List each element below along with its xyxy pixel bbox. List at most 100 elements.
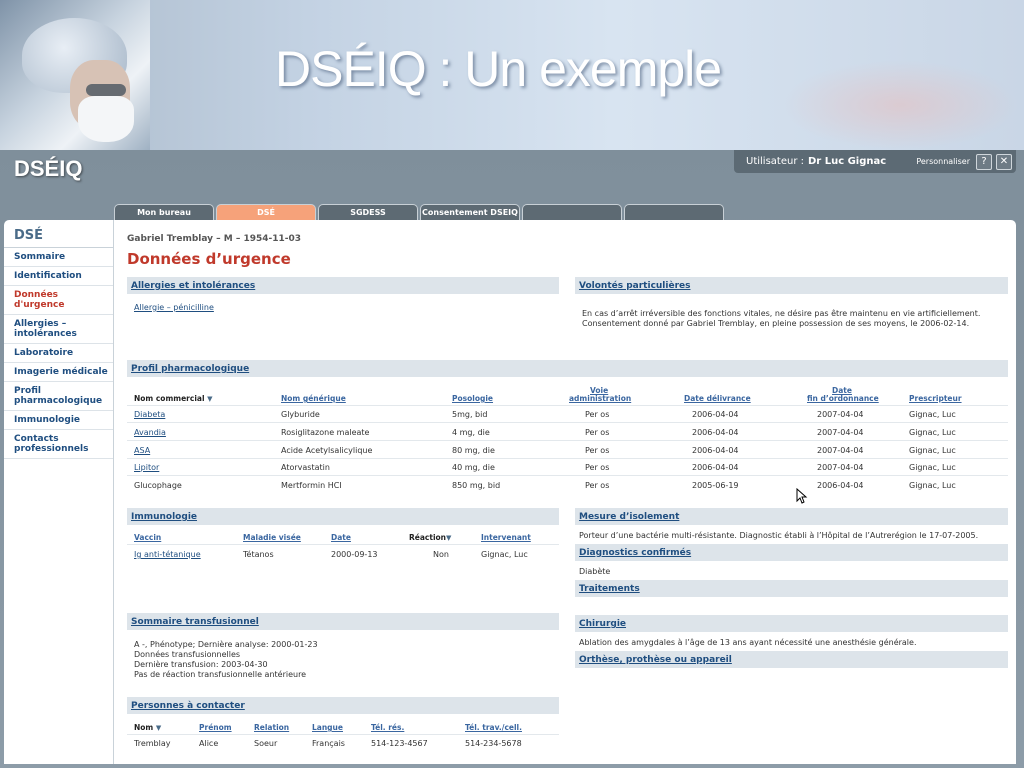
surgeon-photo (0, 0, 150, 150)
col-intervenant[interactable]: Intervenant (481, 533, 531, 542)
row-divider (127, 544, 559, 545)
col-contact-tel-trav[interactable]: Tél. trav./cell. (465, 723, 522, 732)
chirurgie-text: Ablation des amygdales à l’âge de 13 ans… (579, 638, 917, 647)
transfusion-line: Pas de réaction transfusionnelle antérie… (134, 670, 307, 679)
drug-delivery-date: 2006-04-04 (692, 410, 739, 419)
sidebar-item-imagerie[interactable]: Imagerie médicale (4, 363, 113, 382)
drug-prescriber: Gignac, Luc (909, 410, 956, 419)
section-volontes-header[interactable]: Volontés particulières (575, 277, 1008, 294)
section-contacts-header[interactable]: Personnes à contacter (127, 697, 559, 714)
drug-generic: Glyburide (281, 410, 320, 419)
tab-empty-2[interactable] (624, 204, 724, 220)
app-window: DSÉIQ Utilisateur : Dr Luc Gignac Person… (0, 150, 1024, 768)
section-transfusion-header[interactable]: Sommaire transfusionnel (127, 613, 559, 630)
banner-glow (780, 60, 1020, 150)
drug-prescriber: Gignac, Luc (909, 463, 956, 472)
contact-relation: Soeur (254, 739, 278, 748)
drug-end-date: 2007-04-04 (817, 463, 864, 472)
drug-name-link[interactable]: Diabeta (134, 410, 165, 419)
section-chirurgie-header[interactable]: Chirurgie (575, 615, 1008, 632)
drug-end-date: 2007-04-04 (817, 428, 864, 437)
contact-prenom: Alice (199, 739, 219, 748)
tab-dse[interactable]: DSÉ (216, 204, 316, 220)
tab-empty-1[interactable] (522, 204, 622, 220)
col-contact-nom-label: Nom (134, 723, 154, 732)
col-contact-relation[interactable]: Relation (254, 723, 289, 732)
allergy-item[interactable]: Allergie – pénicilline (134, 303, 214, 312)
col-reaction[interactable]: Réaction▼ (409, 533, 451, 543)
row-divider (127, 734, 559, 735)
drug-name-link[interactable]: Lipitor (134, 463, 159, 472)
surgical-mask (78, 96, 134, 142)
drug-prescriber: Gignac, Luc (909, 481, 956, 490)
col-voie-line2[interactable]: administration (569, 394, 631, 403)
section-allergies-header[interactable]: Allergies et intolérances (127, 277, 559, 294)
page-title: Données d’urgence (127, 250, 291, 268)
drug-dosage: 40 mg, die (452, 463, 495, 472)
tab-bar: Mon bureau DSÉ SGDESS Consentement DSEIQ (114, 204, 726, 220)
col-nom-generique[interactable]: Nom générique (281, 394, 346, 403)
drug-generic: Mertformin HCI (281, 481, 342, 490)
col-prescripteur[interactable]: Prescripteur (909, 394, 962, 403)
sort-down-icon[interactable]: ▼ (446, 534, 451, 542)
tab-consentement[interactable]: Consentement DSEIQ (420, 204, 520, 220)
section-diagnostics-header[interactable]: Diagnostics confirmés (575, 544, 1008, 561)
volontes-line-2: Consentement donné par Gabriel Tremblay,… (582, 319, 970, 328)
drug-name-link[interactable]: Avandia (134, 428, 166, 437)
section-pharma-header[interactable]: Profil pharmacologique (127, 360, 1008, 377)
sidebar-item-profil-pharma[interactable]: Profil pharmacologique (4, 382, 113, 411)
vaccine-reaction: Non (433, 550, 449, 559)
col-contact-tel-res[interactable]: Tél. rés. (371, 723, 404, 732)
drug-dosage: 4 mg, die (452, 428, 490, 437)
mouse-cursor-icon (796, 488, 808, 504)
help-icon[interactable]: ? (976, 153, 992, 170)
col-contact-prenom[interactable]: Prénom (199, 723, 232, 732)
col-contact-langue[interactable]: Langue (312, 723, 343, 732)
drug-prescriber: Gignac, Luc (909, 428, 956, 437)
section-traitements-header[interactable]: Traitements (575, 580, 1008, 597)
drug-route: Per os (585, 463, 610, 472)
sidebar-item-contacts[interactable]: Contacts professionnels (4, 430, 113, 459)
sort-down-icon[interactable]: ▼ (207, 395, 212, 403)
contact-tel-res: 514-123-4567 (371, 739, 428, 748)
row-divider (127, 405, 1008, 406)
section-orthese-header[interactable]: Orthèse, prothèse ou appareil (575, 651, 1008, 668)
sidebar-item-allergies[interactable]: Allergies – intolérances (4, 315, 113, 344)
sort-down-icon[interactable]: ▼ (156, 724, 161, 732)
col-date-delivrance[interactable]: Date délivrance (684, 394, 751, 403)
drug-delivery-date: 2006-04-04 (692, 463, 739, 472)
sidebar-item-laboratoire[interactable]: Laboratoire (4, 344, 113, 363)
section-isolement-header[interactable]: Mesure d’isolement (575, 508, 1008, 525)
app-logo: DSÉIQ (14, 156, 83, 181)
tab-mon-bureau[interactable]: Mon bureau (114, 204, 214, 220)
drug-name-link[interactable]: ASA (134, 446, 150, 455)
user-name: Dr Luc Gignac (807, 156, 887, 167)
drug-dosage: 850 mg, bid (452, 481, 501, 490)
sidebar-item-identification[interactable]: Identification (4, 267, 113, 286)
row-divider (127, 440, 1008, 441)
user-bar: Utilisateur : Dr Luc Gignac Personnalise… (734, 150, 1016, 173)
glasses (86, 84, 126, 96)
personalize-link[interactable]: Personnaliser (916, 157, 970, 166)
patient-header: Gabriel Tremblay – M – 1954-11-03 (127, 234, 302, 244)
col-date-fin-line2[interactable]: fin d’ordonnance (807, 394, 879, 403)
col-vaccin[interactable]: Vaccin (134, 533, 161, 542)
col-posologie[interactable]: Posologie (452, 394, 493, 403)
row-divider (127, 422, 1008, 423)
close-icon[interactable]: ✕ (996, 153, 1012, 170)
vaccine-link[interactable]: Ig anti-tétanique (134, 550, 201, 559)
vaccine-date: 2000-09-13 (331, 550, 378, 559)
sidebar-item-immunologie[interactable]: Immunologie (4, 411, 113, 430)
drug-end-date: 2007-04-04 (817, 410, 864, 419)
sidebar-item-sommaire[interactable]: Sommaire (4, 248, 113, 267)
contact-nom: Tremblay (134, 739, 171, 748)
col-contact-nom[interactable]: Nom ▼ (134, 723, 161, 733)
sidebar-item-donnees-urgence[interactable]: Données d'urgence (4, 286, 113, 315)
col-date[interactable]: Date (331, 533, 351, 542)
section-immuno-header[interactable]: Immunologie (127, 508, 559, 525)
slide-title: DSÉIQ : Un exemple (275, 41, 722, 97)
drug-dosage: 80 mg, die (452, 446, 495, 455)
col-maladie[interactable]: Maladie visée (243, 533, 301, 542)
col-nom-commercial[interactable]: Nom commercial ▼ (134, 394, 213, 404)
tab-sgdess[interactable]: SGDESS (318, 204, 418, 220)
